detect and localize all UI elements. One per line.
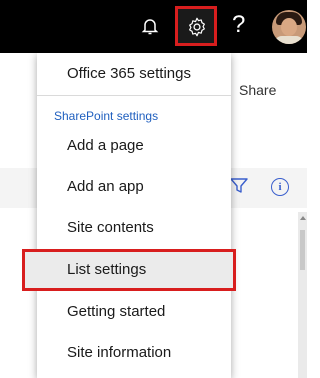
help-icon[interactable]: ? bbox=[232, 10, 245, 40]
menu-item-office-365-settings[interactable]: Office 365 settings bbox=[37, 65, 231, 82]
menu-item-site-information[interactable]: Site information bbox=[37, 344, 231, 361]
menu-item-add-an-app[interactable]: Add an app bbox=[37, 178, 231, 195]
info-icon[interactable]: i bbox=[271, 178, 289, 196]
list-settings-highlight-box bbox=[22, 249, 236, 291]
menu-item-site-contents[interactable]: Site contents bbox=[37, 219, 231, 236]
share-label: Share bbox=[239, 82, 277, 98]
sharepoint-settings-heading: SharePoint settings bbox=[54, 109, 159, 123]
menu-item-add-a-page[interactable]: Add a page bbox=[37, 137, 231, 154]
filter-icon[interactable] bbox=[230, 178, 248, 199]
settings-menu: Office 365 settings SharePoint settings … bbox=[22, 53, 236, 378]
suite-bar: ? bbox=[0, 0, 307, 53]
gear-icon bbox=[189, 17, 205, 37]
avatar[interactable] bbox=[272, 10, 306, 44]
scrollbar[interactable] bbox=[298, 212, 307, 378]
menu-divider bbox=[37, 95, 231, 96]
menu-item-getting-started[interactable]: Getting started bbox=[37, 303, 231, 320]
settings-button[interactable] bbox=[175, 6, 217, 46]
bell-icon[interactable] bbox=[138, 14, 162, 38]
